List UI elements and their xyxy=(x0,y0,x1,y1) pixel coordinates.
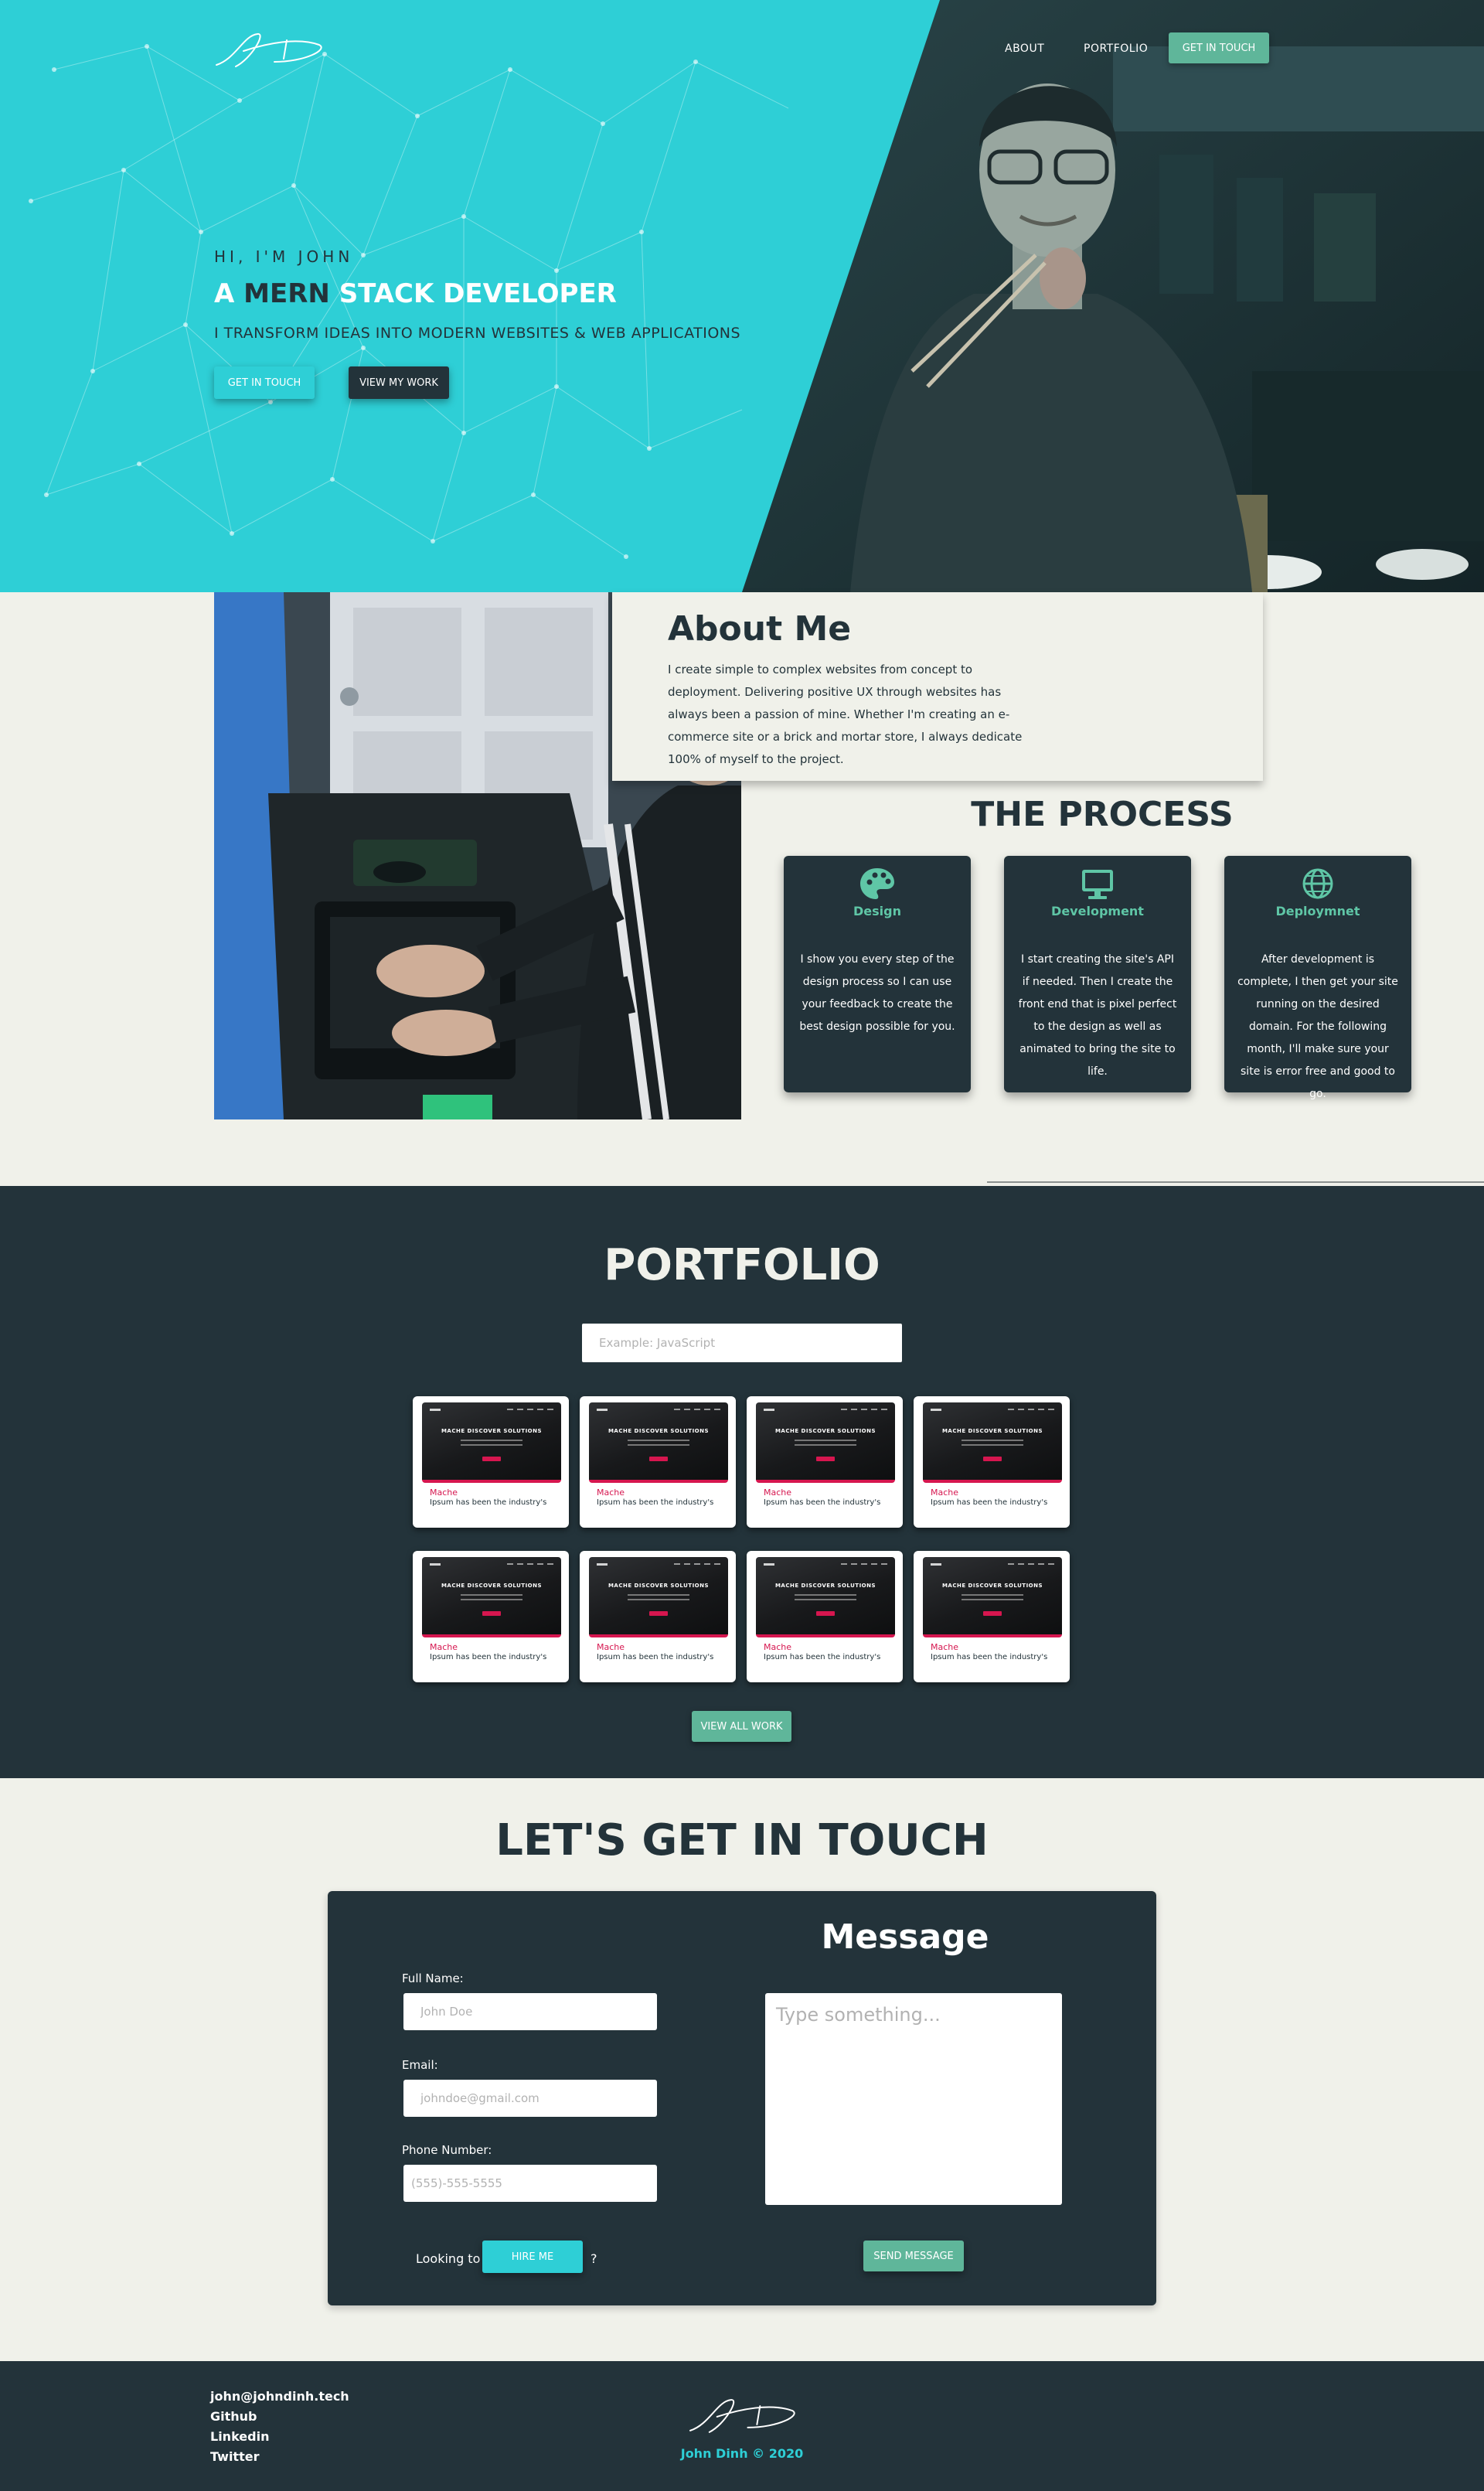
nav-get-in-touch-button[interactable]: GET IN TOUCH xyxy=(1169,32,1269,63)
thumbnail-title: MACHE DISCOVER SOLUTIONS xyxy=(441,1428,543,1434)
question-mark: ? xyxy=(591,2251,597,2266)
project-name: Mache xyxy=(430,1487,458,1498)
thumbnail-title: MACHE DISCOVER SOLUTIONS xyxy=(774,1428,876,1434)
project-description: Ipsum has been the industry's xyxy=(597,1498,714,1507)
monitor-icon xyxy=(1082,870,1113,899)
message-title: Message xyxy=(821,1917,989,1957)
process-card-deployment: Deploymnet After development is complete… xyxy=(1224,856,1411,1100)
palette-icon xyxy=(860,868,894,899)
globe-icon xyxy=(1302,868,1333,899)
hero-title-post: STACK DEVELOPER xyxy=(329,278,617,309)
portfolio-search-input[interactable] xyxy=(582,1324,902,1362)
about-title: About Me xyxy=(668,609,852,649)
portfolio-section: PORTFOLIO MACHE DISCOVER SOLUTIONS Mache… xyxy=(0,1186,1484,1778)
thumbnail-title: MACHE DISCOVER SOLUTIONS xyxy=(774,1583,876,1589)
phone-label: Phone Number: xyxy=(402,2143,492,2157)
signature-logo-icon[interactable] xyxy=(213,28,325,73)
footer-linkedin-link[interactable]: Linkedin xyxy=(210,2429,269,2444)
hire-me-button[interactable]: HIRE ME xyxy=(482,2241,583,2273)
full-name-label: Full Name: xyxy=(402,1971,464,1985)
portfolio-grid: MACHE DISCOVER SOLUTIONS Mache Ipsum has… xyxy=(413,1396,1071,1682)
process-step-text: I start creating the site's API if neede… xyxy=(1018,953,1177,1078)
project-description: Ipsum has been the industry's xyxy=(430,1498,547,1507)
project-thumbnail: MACHE DISCOVER SOLUTIONS xyxy=(589,1557,728,1637)
hero-section: ABOUT PORTFOLIO GET IN TOUCH HI, I'M JOH… xyxy=(0,0,1484,592)
view-all-work-button[interactable]: VIEW ALL WORK xyxy=(692,1711,791,1742)
thumbnail-title: MACHE DISCOVER SOLUTIONS xyxy=(441,1583,543,1589)
project-name: Mache xyxy=(597,1642,625,1652)
project-thumbnail: MACHE DISCOVER SOLUTIONS xyxy=(756,1557,895,1637)
thumbnail-title: MACHE DISCOVER SOLUTIONS xyxy=(608,1428,710,1434)
portfolio-card[interactable]: MACHE DISCOVER SOLUTIONS Mache Ipsum has… xyxy=(747,1551,903,1682)
project-description: Ipsum has been the industry's xyxy=(764,1653,881,1661)
project-description: Ipsum has been the industry's xyxy=(764,1498,881,1507)
message-textarea[interactable] xyxy=(765,1993,1062,2205)
phone-input[interactable] xyxy=(403,2165,657,2202)
hero-view-my-work-button[interactable]: VIEW MY WORK xyxy=(349,366,449,399)
process-card-design: Design I show you every step of the desi… xyxy=(784,856,971,1092)
process-step-name: Development xyxy=(1051,904,1144,918)
about-card: About Me I create simple to complex webs… xyxy=(612,592,1263,781)
portfolio-card[interactable]: MACHE DISCOVER SOLUTIONS Mache Ipsum has… xyxy=(747,1396,903,1528)
footer-copyright: John Dinh © 2020 xyxy=(680,2446,804,2461)
hero-subtitle: I TRANSFORM IDEAS INTO MODERN WEBSITES &… xyxy=(214,325,741,342)
project-thumbnail: MACHE DISCOVER SOLUTIONS xyxy=(422,1402,561,1483)
thumbnail-title: MACHE DISCOVER SOLUTIONS xyxy=(941,1583,1043,1589)
contact-form: Full Name: Email: Phone Number: Message … xyxy=(328,1891,1156,2305)
portfolio-card[interactable]: MACHE DISCOVER SOLUTIONS Mache Ipsum has… xyxy=(914,1551,1070,1682)
footer-github-link[interactable]: Github xyxy=(210,2409,257,2424)
process-step-name: Deploymnet xyxy=(1275,904,1360,918)
portfolio-card[interactable]: MACHE DISCOVER SOLUTIONS Mache Ipsum has… xyxy=(580,1551,736,1682)
send-message-button[interactable]: SEND MESSAGE xyxy=(863,2241,964,2271)
nav-portfolio-link[interactable]: PORTFOLIO xyxy=(1084,43,1148,55)
process-step-name: Design xyxy=(853,904,901,918)
hero-get-in-touch-button[interactable]: GET IN TOUCH xyxy=(214,366,315,399)
project-name: Mache xyxy=(597,1487,625,1498)
hero-kicker: HI, I'M JOHN xyxy=(214,247,354,266)
project-name: Mache xyxy=(931,1487,959,1498)
project-description: Ipsum has been the industry's xyxy=(597,1653,714,1661)
thumbnail-title: MACHE DISCOVER SOLUTIONS xyxy=(941,1428,1043,1434)
portfolio-card[interactable]: MACHE DISCOVER SOLUTIONS Mache Ipsum has… xyxy=(914,1396,1070,1528)
about-text: I create simple to complex websites from… xyxy=(668,663,1023,766)
portfolio-card[interactable]: MACHE DISCOVER SOLUTIONS Mache Ipsum has… xyxy=(580,1396,736,1528)
signature-logo-icon xyxy=(689,2399,795,2433)
project-thumbnail: MACHE DISCOVER SOLUTIONS xyxy=(589,1402,728,1483)
project-thumbnail: MACHE DISCOVER SOLUTIONS xyxy=(756,1402,895,1483)
hero-title: A MERN STACK DEVELOPER xyxy=(214,278,617,309)
process-step-text: I show you every step of the design proc… xyxy=(799,953,955,1033)
email-label: Email: xyxy=(402,2058,438,2072)
looking-to-text: Looking to xyxy=(416,2251,481,2266)
portfolio-card[interactable]: MACHE DISCOVER SOLUTIONS Mache Ipsum has… xyxy=(413,1551,569,1682)
full-name-input[interactable] xyxy=(403,1993,657,2030)
project-name: Mache xyxy=(764,1487,792,1498)
project-thumbnail: MACHE DISCOVER SOLUTIONS xyxy=(923,1557,1062,1637)
portfolio-card[interactable]: MACHE DISCOVER SOLUTIONS Mache Ipsum has… xyxy=(413,1396,569,1528)
email-input[interactable] xyxy=(403,2080,657,2117)
section-divider xyxy=(987,1181,1484,1183)
thumbnail-title: MACHE DISCOVER SOLUTIONS xyxy=(608,1583,710,1589)
hero-title-accent: MERN xyxy=(243,278,330,309)
process-step-text: After development is complete, I then ge… xyxy=(1237,953,1398,1100)
project-thumbnail: MACHE DISCOVER SOLUTIONS xyxy=(422,1557,561,1637)
footer: john@johndinh.tech Github Linkedin Twitt… xyxy=(0,2361,1484,2491)
project-thumbnail: MACHE DISCOVER SOLUTIONS xyxy=(923,1402,1062,1483)
hero-title-pre: A xyxy=(214,278,244,309)
project-description: Ipsum has been the industry's xyxy=(430,1653,547,1661)
footer-email-link[interactable]: john@johndinh.tech xyxy=(210,2389,349,2404)
contact-title: LET'S GET IN TOUCH xyxy=(495,1815,989,1866)
process-card-development: Development I start creating the site's … xyxy=(1004,856,1191,1092)
project-name: Mache xyxy=(430,1642,458,1652)
project-description: Ipsum has been the industry's xyxy=(931,1653,1048,1661)
portfolio-title: PORTFOLIO xyxy=(604,1240,880,1290)
nav-about-link[interactable]: ABOUT xyxy=(1005,43,1044,55)
project-name: Mache xyxy=(764,1642,792,1652)
project-description: Ipsum has been the industry's xyxy=(931,1498,1048,1507)
process-title: THE PROCESS xyxy=(971,795,1234,834)
project-name: Mache xyxy=(931,1642,959,1652)
